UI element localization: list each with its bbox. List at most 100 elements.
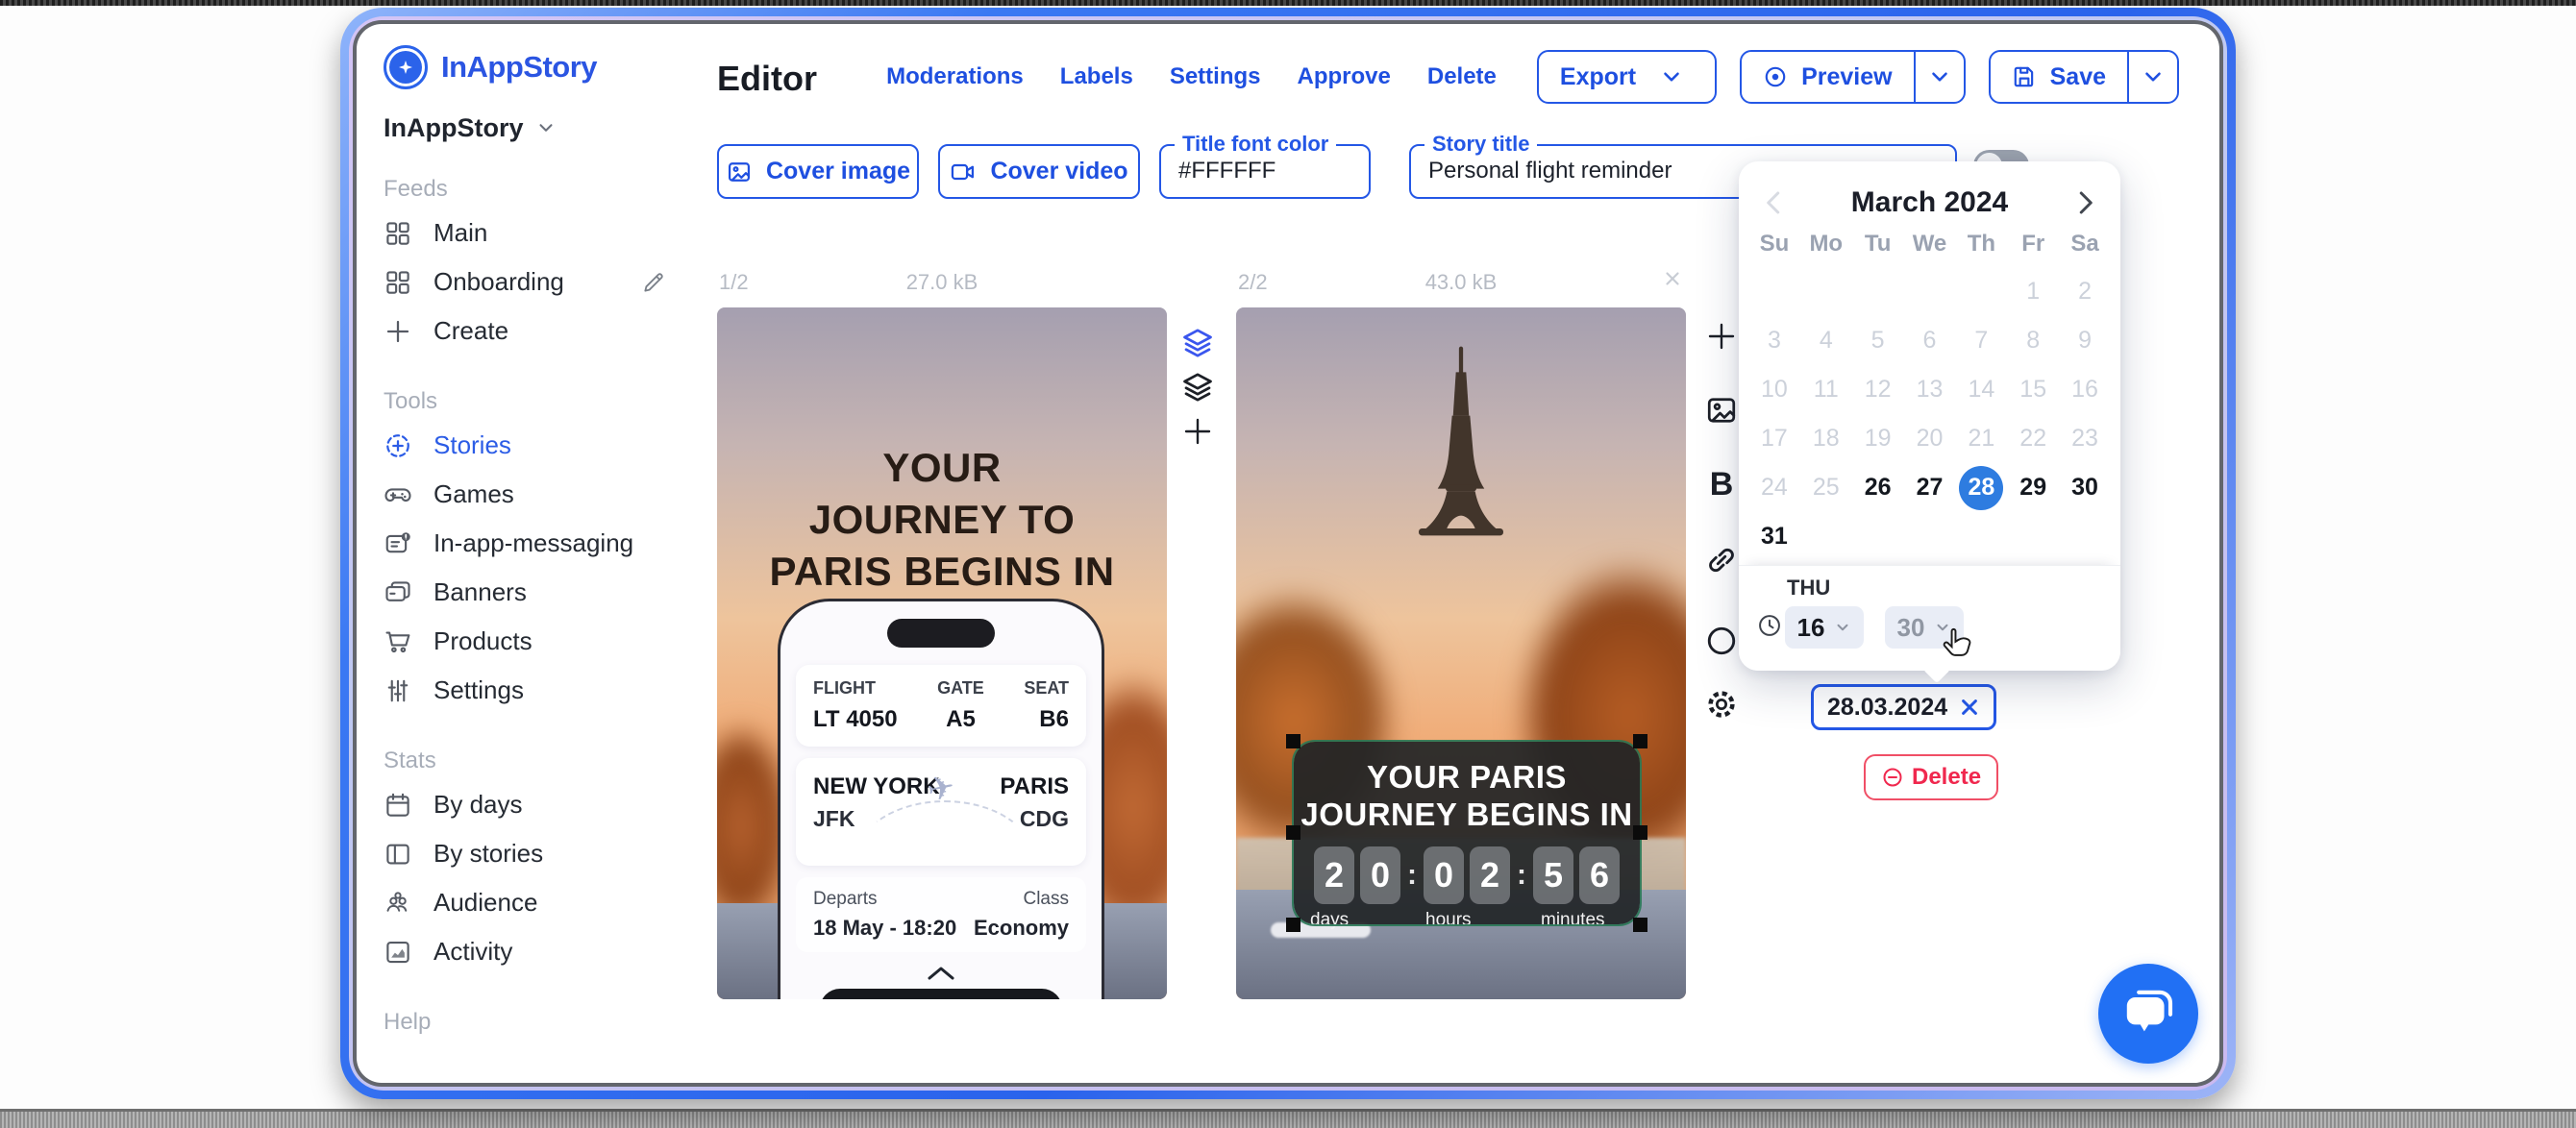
shape-tool-icon[interactable]: [1704, 624, 1739, 658]
sidebar-item-main[interactable]: Main: [384, 208, 683, 257]
sidebar-item-create[interactable]: Create: [384, 307, 683, 356]
calendar-icon: [384, 791, 412, 820]
gear-icon[interactable]: [1704, 687, 1739, 722]
calendar-cell: 12: [1852, 365, 1904, 414]
departs-value: 18 May - 18:20: [813, 916, 956, 941]
selection-handle[interactable]: [1286, 734, 1300, 748]
sidebar-item-audience[interactable]: Audience: [384, 878, 683, 927]
delete-schedule-button[interactable]: Delete: [1864, 754, 1998, 800]
delete-schedule-label: Delete: [1912, 764, 1981, 791]
calendar-day[interactable]: 30: [2063, 466, 2107, 510]
workspace-selector[interactable]: InAppStory: [384, 112, 683, 143]
app-window: InAppStory InAppStory FeedsMainOnboardin…: [353, 20, 2223, 1087]
export-button[interactable]: Export: [1537, 50, 1717, 104]
chevron-down-icon: [1834, 619, 1851, 636]
sidebar-item-products[interactable]: Products: [384, 617, 683, 666]
preview-button[interactable]: Preview: [1742, 52, 1914, 102]
slide2-canvas[interactable]: YOUR PARISJOURNEY BEGINS IN 20:02:56 day…: [1236, 307, 1686, 999]
save-dropdown-caret[interactable]: [2127, 52, 2177, 102]
page-title: Editor: [717, 59, 817, 99]
brand-logo[interactable]: InAppStory: [384, 43, 683, 91]
selection-handle[interactable]: [1633, 825, 1647, 840]
slide2-close-icon[interactable]: [1662, 268, 1683, 289]
sidebar-item-stories[interactable]: Stories: [384, 421, 683, 470]
calendar-cell: 20: [1904, 414, 1956, 463]
chat-widget-button[interactable]: [2098, 964, 2198, 1064]
calendar-next-icon[interactable]: [2070, 188, 2099, 217]
scheduled-date-field[interactable]: 28.03.2024: [1811, 684, 1996, 730]
calendar-cell: 3: [1748, 316, 1800, 365]
calendar-day[interactable]: 31: [1752, 515, 1796, 559]
calendar-day: 22: [2011, 417, 2055, 461]
countdown-unit-labels: dayshoursminutes: [1294, 910, 1640, 931]
sidebar-item-onboarding[interactable]: Onboarding: [384, 257, 683, 307]
selection-handle[interactable]: [1633, 734, 1647, 748]
calendar-day[interactable]: 27: [1907, 466, 1951, 510]
sidebar-item-label: Stories: [433, 430, 511, 460]
calendar-cell: [1955, 512, 2007, 561]
sidebar-item-games[interactable]: Games: [384, 470, 683, 519]
insert-image-icon[interactable]: [1704, 393, 1739, 428]
grid-icon: [384, 219, 412, 248]
calendar-cell: 6: [1904, 316, 1956, 365]
title-font-color-field[interactable]: Title font color #FFFFFF: [1159, 144, 1371, 199]
audience-icon: [384, 889, 412, 918]
sidebar-item-settings[interactable]: Settings: [384, 666, 683, 715]
layers-icon-active[interactable]: [1180, 326, 1215, 360]
selection-handle[interactable]: [1286, 825, 1300, 840]
slide1-canvas[interactable]: YOURJOURNEY TOPARIS BEGINS IN FLIGHTLT 4…: [717, 307, 1167, 999]
sidebar-item-by-days[interactable]: By days: [384, 780, 683, 829]
calendar-cell: [1904, 512, 1956, 561]
sidebar-item-by-stories[interactable]: By stories: [384, 829, 683, 878]
calendar-weekday: Sa: [2059, 231, 2111, 257]
calendar-day: 20: [1907, 417, 1951, 461]
screenshot-stage: InAppStory InAppStory FeedsMainOnboardin…: [0, 0, 2576, 1128]
story-title-label: Story title: [1424, 132, 1537, 157]
link-tool-icon[interactable]: [1704, 543, 1739, 577]
text-tool-icon[interactable]: B: [1704, 466, 1739, 501]
preview-dropdown-caret[interactable]: [1914, 52, 1964, 102]
save-button-group: Save: [1989, 50, 2179, 104]
hour-select[interactable]: 16: [1785, 606, 1864, 649]
topbar-link-approve[interactable]: Approve: [1298, 63, 1391, 90]
sidebar-item-in-app-messaging[interactable]: In-app-messaging: [384, 519, 683, 568]
sidebar-item-label: Banners: [433, 577, 527, 607]
clear-date-icon[interactable]: [1959, 697, 1980, 718]
calendar-weekday: Su: [1748, 231, 1800, 257]
cover-video-button[interactable]: Cover video: [938, 144, 1140, 199]
window-frame: InAppStory InAppStory FeedsMainOnboardin…: [340, 8, 2236, 1099]
calendar-day[interactable]: 26: [1856, 466, 1900, 510]
top-edge-strip: [0, 0, 2576, 6]
selection-handle[interactable]: [1286, 918, 1300, 932]
calendar-day-selected[interactable]: 28: [1959, 466, 2003, 510]
calendar-cell: [1800, 267, 1852, 316]
plus-icon: [384, 317, 412, 346]
sidebar-item-banners[interactable]: Banners: [384, 568, 683, 617]
cover-image-button[interactable]: Cover image: [717, 144, 919, 199]
sidebar-item-label: Onboarding: [433, 267, 564, 297]
add-element-icon[interactable]: [1704, 319, 1739, 354]
flight-info-card: FLIGHTLT 4050 GATEA5 SEATB6: [796, 665, 1086, 747]
bottom-edge-strip: [0, 1109, 2576, 1128]
calendar-cell: 17: [1748, 414, 1800, 463]
topbar-link-settings[interactable]: Settings: [1170, 63, 1261, 90]
sidebar-item-label: Main: [433, 218, 487, 248]
window-frame-inner: InAppStory InAppStory FeedsMainOnboardin…: [349, 16, 2227, 1091]
add-slide-icon[interactable]: [1180, 414, 1215, 449]
topbar-link-delete[interactable]: Delete: [1427, 63, 1497, 90]
layers-icon[interactable]: [1180, 370, 1215, 405]
brand-logo-text: InAppStory: [441, 50, 597, 85]
countdown-unit-label: hours: [1424, 910, 1510, 931]
countdown-widget[interactable]: YOUR PARISJOURNEY BEGINS IN 20:02:56 day…: [1294, 742, 1640, 924]
inappstory-logo-icon: [384, 45, 428, 89]
calendar-day[interactable]: 29: [2011, 466, 2055, 510]
topbar-link-moderations[interactable]: Moderations: [886, 63, 1024, 90]
calendar-day: 7: [1959, 319, 2003, 363]
calendar-cell: 28: [1955, 463, 2007, 512]
topbar-link-labels[interactable]: Labels: [1060, 63, 1133, 90]
countdown-digit: 2: [1470, 846, 1510, 904]
calendar-cell: 25: [1800, 463, 1852, 512]
sidebar-item-activity[interactable]: Activity: [384, 927, 683, 976]
save-button[interactable]: Save: [1991, 52, 2127, 102]
selection-handle[interactable]: [1633, 918, 1647, 932]
